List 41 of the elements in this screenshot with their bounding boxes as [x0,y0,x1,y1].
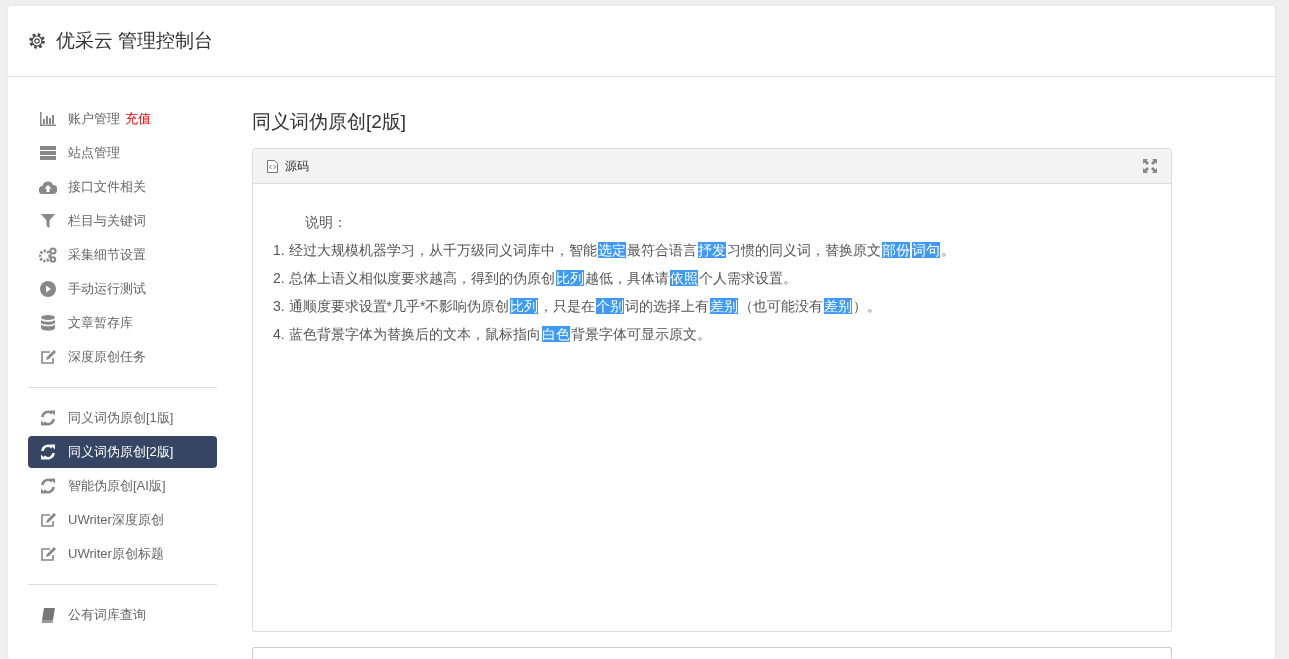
sidebar-item[interactable]: UWriter深度原创 [28,504,217,536]
instruction-line: 2. 总体上语义相似度要求越高，得到的伪原创 比列越低，具体请依照个人需求设置。 [273,269,797,288]
sidebar-item[interactable]: 智能伪原创[AI版] [28,470,217,502]
cloud-upload-icon [39,180,57,194]
fullscreen-icon[interactable] [1143,159,1157,173]
database-icon [39,315,57,331]
instruction-line: 4. 蓝色背景字体为替换后的文本，鼠标指向 白色背景字体可显示原文。 [273,325,711,344]
sidebar-item[interactable]: 采集细节设置 [28,239,217,271]
sidebar-item[interactable]: 文章暂存库 [28,307,217,339]
edit-icon [39,512,57,528]
bar-chart-icon [39,112,57,126]
sidebar-item[interactable]: 公有词库查询 [28,599,217,631]
sidebar-item[interactable]: 同义词伪原创[2版] [28,436,217,468]
refresh-icon [39,478,57,494]
settings-icon [28,32,46,50]
recharge-link[interactable]: 充值 [125,110,151,128]
sidebar-item[interactable]: 同义词伪原创[1版] [28,402,217,434]
console-title: 优采云 管理控制台 [56,29,214,53]
menu-label: 账户管理 [68,110,120,128]
instruction-line: 1. 经过大规模机器学习，从千万级同义词库中，智能选定最符合语言抒发习惯的同义词，替换原文部份词句。 [273,241,955,260]
sidebar-item[interactable]: 栏目与关键词 [28,205,217,237]
sidebar-item[interactable]: 接口文件相关 [28,171,217,203]
server-icon [39,146,57,160]
play-icon [39,281,57,297]
code-file-icon [267,159,278,173]
edit-icon [39,349,57,365]
description-heading: 说明： [304,213,347,232]
sidebar-item[interactable]: 深度原创任务 [28,341,217,373]
filter-icon [39,214,57,228]
sidebar-item[interactable]: 账户管理 充值 [28,103,217,135]
gears-icon [39,247,57,263]
sidebar-item[interactable]: UWriter原创标题 [28,538,217,570]
page-title: 同义词伪原创[2版] [252,110,408,134]
refresh-icon [39,444,57,460]
source-button[interactable]: 源码 [267,157,309,175]
sidebar-item[interactable]: 站点管理 [28,137,217,169]
instruction-line: 3. 通顺度要求设置*几乎*不影响伪原创 比列，只是在个别词的选择上有差别（也可能没有差别）。 [273,297,882,316]
refresh-icon [39,410,57,426]
book-icon [39,607,57,623]
edit-icon [39,546,57,562]
sidebar-item[interactable]: 手动运行测试 [28,273,217,305]
